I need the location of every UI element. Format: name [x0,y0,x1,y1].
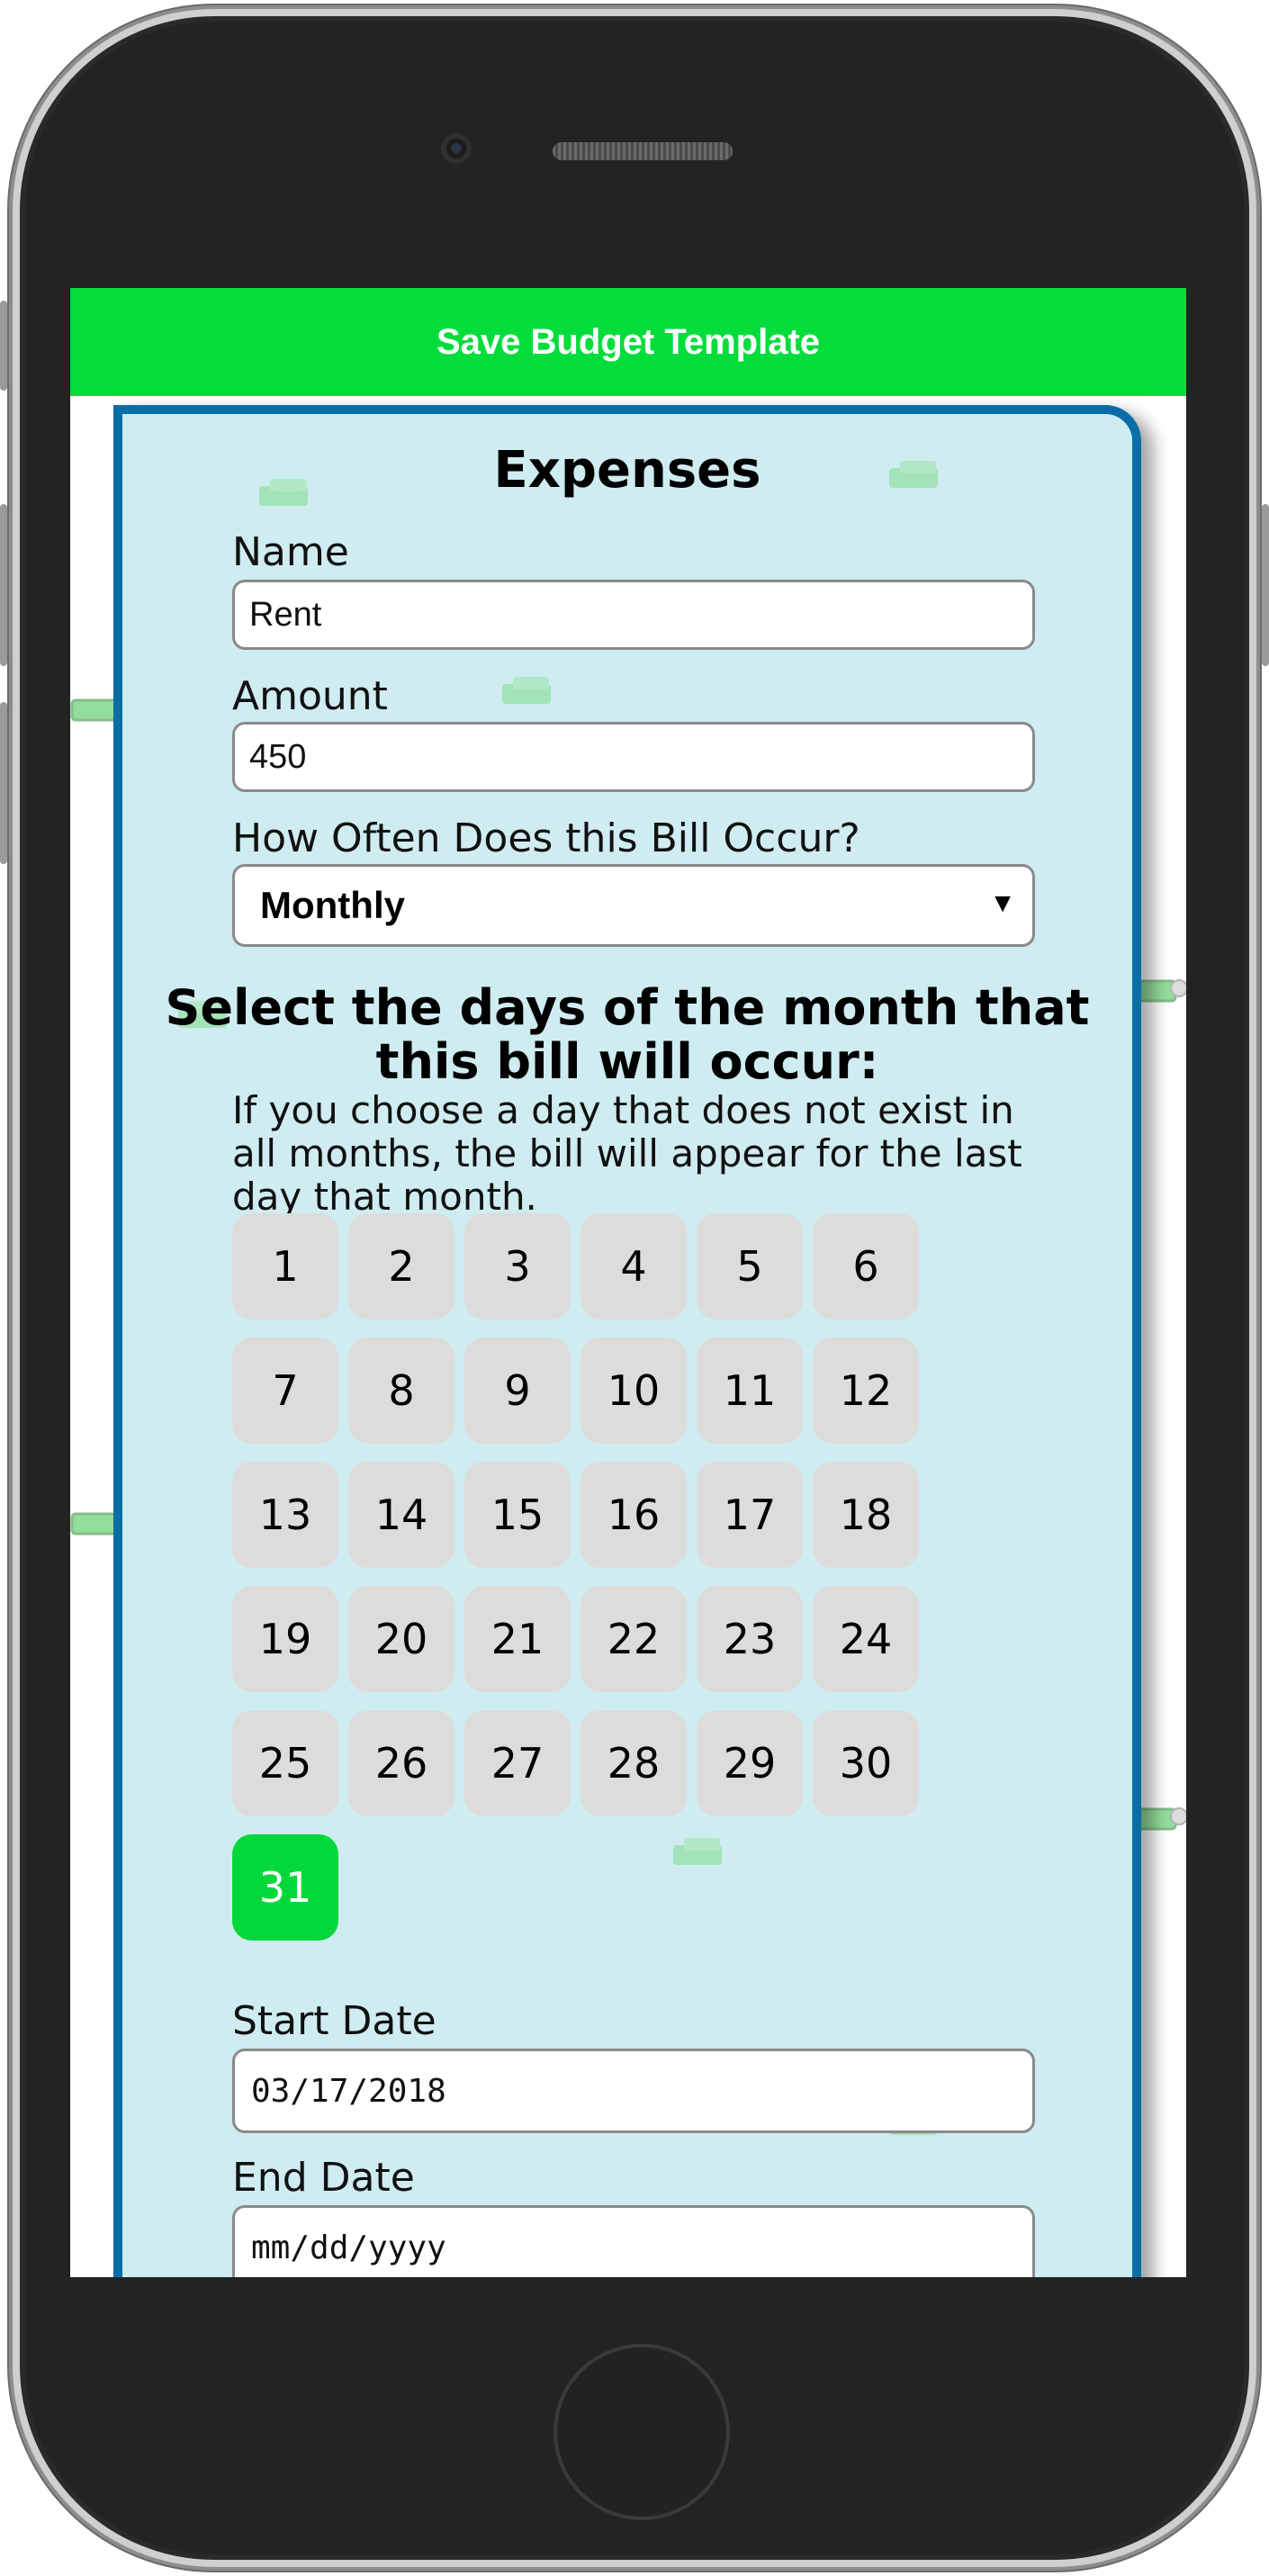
day-button-14[interactable]: 14 [348,1462,454,1568]
end-date-label: End Date [232,2155,415,2201]
day-button-19[interactable]: 19 [232,1586,338,1692]
days-note: If you choose a day that does not exist … [232,1088,1022,1219]
day-button-25[interactable]: 25 [232,1710,338,1816]
day-button-3[interactable]: 3 [464,1213,571,1320]
day-button-12[interactable]: 12 [813,1338,919,1444]
day-button-11[interactable]: 11 [697,1338,803,1444]
save-template-label: Save Budget Template [436,321,821,362]
camera-icon [441,133,472,164]
day-button-4[interactable]: 4 [580,1213,687,1320]
caret-down-icon: ▼ [989,888,1016,918]
day-button-27[interactable]: 27 [464,1710,571,1816]
save-template-button[interactable]: Save Budget Template [70,288,1186,396]
day-button-6[interactable]: 6 [813,1213,919,1320]
day-button-29[interactable]: 29 [697,1710,803,1816]
frequency-select[interactable]: Monthly ▼ [232,864,1035,947]
start-date-input[interactable]: 03/17/2018 [232,2049,1035,2133]
day-button-17[interactable]: 17 [697,1462,803,1568]
day-button-9[interactable]: 9 [464,1338,571,1444]
expenses-panel: Expenses Name Rent Amount 450 How Often … [113,405,1141,2277]
day-button-28[interactable]: 28 [580,1710,687,1816]
money-stack-icon [673,1838,722,1865]
app-screen: Save Budget Template Expenses Name Rent … [70,288,1186,2277]
volume-down-button [0,702,7,864]
end-date-input[interactable]: mm/dd/yyyy [232,2205,1035,2277]
day-button-1[interactable]: 1 [232,1213,338,1320]
day-button-5[interactable]: 5 [697,1213,803,1320]
frequency-label: How Often Does this Bill Occur? [232,815,860,861]
day-button-2[interactable]: 2 [348,1213,454,1320]
amount-label: Amount [232,673,388,719]
day-button-10[interactable]: 10 [580,1338,687,1444]
day-button-13[interactable]: 13 [232,1462,338,1568]
frequency-value: Monthly [260,884,405,926]
day-button-26[interactable]: 26 [348,1710,454,1816]
day-button-20[interactable]: 20 [348,1586,454,1692]
day-button-30[interactable]: 30 [813,1710,919,1816]
name-input[interactable]: Rent [232,580,1035,650]
money-stack-icon [502,677,551,704]
day-button-16[interactable]: 16 [580,1462,687,1568]
day-button-18[interactable]: 18 [813,1462,919,1568]
silent-switch [0,301,7,391]
volume-up-button [0,504,7,666]
start-date-label: Start Date [232,1998,436,2044]
speaker-grille [553,142,733,160]
name-label: Name [232,529,349,575]
panel-title: Expenses [493,441,761,500]
day-button-24[interactable]: 24 [813,1586,919,1692]
home-button[interactable] [554,2344,730,2520]
day-button-23[interactable]: 23 [697,1586,803,1692]
power-button [1262,504,1269,666]
day-button-8[interactable]: 8 [348,1338,454,1444]
day-button-21[interactable]: 21 [464,1586,571,1692]
day-button-31[interactable]: 31 [232,1834,338,1941]
day-button-15[interactable]: 15 [464,1462,571,1568]
amount-input[interactable]: 450 [232,722,1035,792]
day-button-7[interactable]: 7 [232,1338,338,1444]
days-title: Select the days of the month that this b… [165,979,1090,1090]
day-button-22[interactable]: 22 [580,1586,687,1692]
